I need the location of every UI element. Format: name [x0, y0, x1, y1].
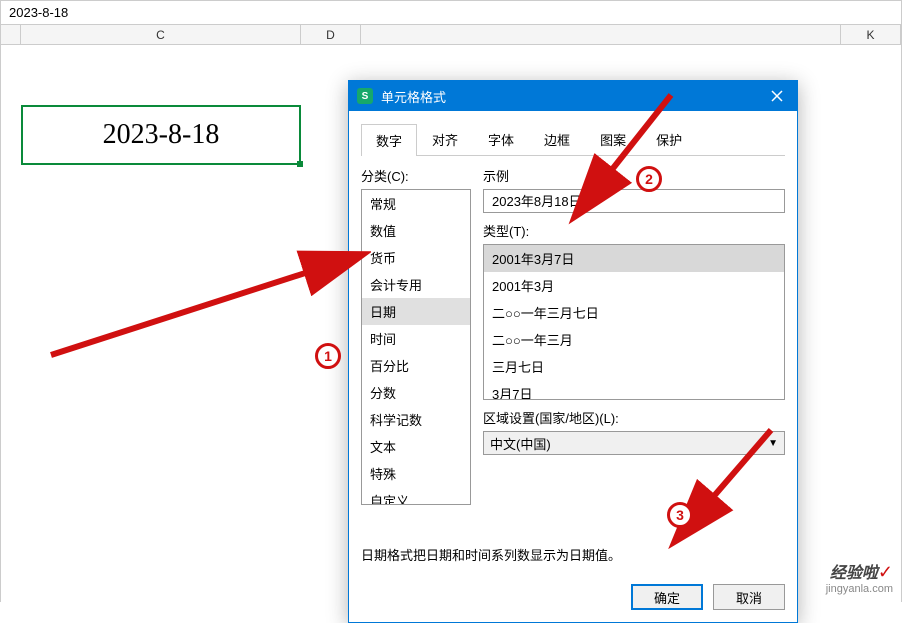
- category-item[interactable]: 常规: [362, 190, 470, 217]
- arrow-2: [561, 85, 681, 225]
- type-item[interactable]: 三月七日: [484, 353, 784, 380]
- annotation-2: 2: [636, 166, 662, 192]
- selected-cell[interactable]: 2023-8-18: [21, 105, 301, 165]
- watermark-brand: 经验啦: [830, 565, 878, 582]
- column-headers: C D K: [1, 25, 901, 45]
- col-header-hidden: [361, 25, 841, 44]
- category-item[interactable]: 分数: [362, 379, 470, 406]
- close-icon: [771, 90, 783, 102]
- app-icon: S: [357, 88, 373, 104]
- type-list[interactable]: 2001年3月7日 2001年3月 二○○一年三月七日 二○○一年三月 三月七日…: [483, 244, 785, 400]
- spreadsheet-area[interactable]: 2023-8-18 S 单元格格式 数字 对齐 字体 边框 图案 保护 分类(C…: [1, 45, 901, 603]
- watermark: 经验啦✓ jingyanla.com: [826, 559, 893, 595]
- ok-button[interactable]: 确定: [631, 584, 703, 610]
- tab-number[interactable]: 数字: [361, 124, 417, 156]
- category-item-date[interactable]: 日期: [362, 298, 470, 325]
- category-item[interactable]: 货币: [362, 244, 470, 271]
- type-item[interactable]: 2001年3月7日: [484, 245, 784, 272]
- tab-align[interactable]: 对齐: [417, 123, 473, 155]
- category-item[interactable]: 科学记数: [362, 406, 470, 433]
- formula-input[interactable]: [9, 5, 893, 20]
- category-item[interactable]: 特殊: [362, 460, 470, 487]
- formula-bar: [1, 1, 901, 25]
- category-item[interactable]: 文本: [362, 433, 470, 460]
- col-header-k[interactable]: K: [841, 25, 901, 44]
- category-list[interactable]: 常规 数值 货币 会计专用 日期 时间 百分比 分数 科学记数 文本 特殊 自定…: [361, 189, 471, 505]
- type-item[interactable]: 2001年3月: [484, 272, 784, 299]
- category-item[interactable]: 百分比: [362, 352, 470, 379]
- locale-value: 中文(中国): [490, 434, 551, 453]
- category-item[interactable]: 时间: [362, 325, 470, 352]
- annotation-1: 1: [315, 343, 341, 369]
- cancel-button[interactable]: 取消: [713, 584, 785, 610]
- category-item[interactable]: 自定义: [362, 487, 470, 505]
- check-icon: ✓: [878, 562, 893, 582]
- category-item[interactable]: 会计专用: [362, 271, 470, 298]
- watermark-url: jingyanla.com: [826, 583, 893, 595]
- category-item[interactable]: 数值: [362, 217, 470, 244]
- close-button[interactable]: [765, 84, 789, 108]
- category-label: 分类(C):: [361, 166, 471, 185]
- col-header-c[interactable]: C: [21, 25, 301, 44]
- col-header-d[interactable]: D: [301, 25, 361, 44]
- type-item[interactable]: 二○○一年三月七日: [484, 299, 784, 326]
- tab-font[interactable]: 字体: [473, 123, 529, 155]
- annotation-3: 3: [667, 502, 693, 528]
- type-item[interactable]: 3月7日: [484, 380, 784, 400]
- arrow-3: [661, 420, 781, 550]
- row-header-spacer: [1, 25, 21, 44]
- type-item[interactable]: 二○○一年三月: [484, 326, 784, 353]
